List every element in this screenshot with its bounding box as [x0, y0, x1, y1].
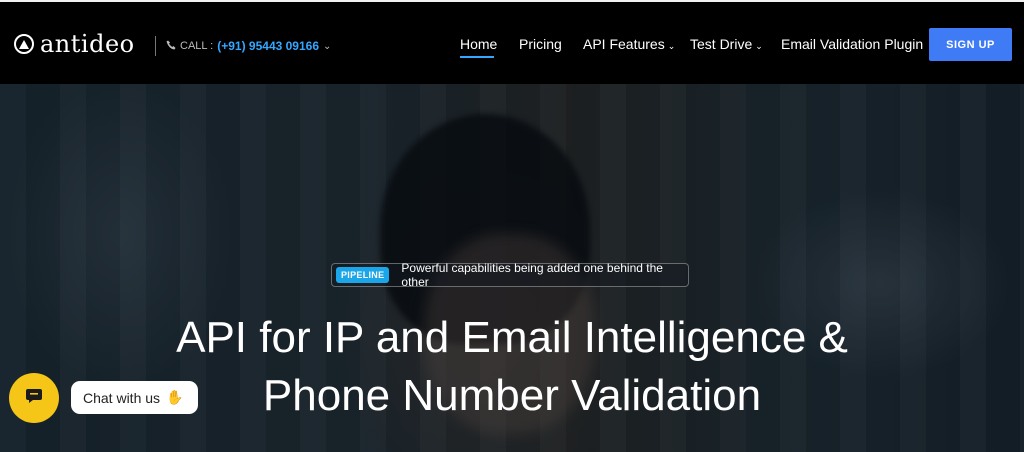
- brand-name: antideo: [40, 30, 135, 58]
- nav-item-label: Test Drive: [690, 36, 753, 52]
- nav-item-test-drive[interactable]: Test Drive ⌄: [690, 36, 763, 52]
- nav-item-home[interactable]: Home: [460, 36, 497, 52]
- pipeline-badge[interactable]: PIPELINE Powerful capabilities being add…: [331, 261, 689, 289]
- chat-launcher-button[interactable]: [9, 373, 59, 423]
- chevron-down-icon: ⌄: [755, 41, 763, 51]
- phone-number[interactable]: (+91) 95443 09166: [217, 39, 319, 53]
- hero-section: PIPELINE Powerful capabilities being add…: [0, 84, 1024, 452]
- sign-up-button[interactable]: SIGN UP: [929, 28, 1012, 61]
- badge-text: Powerful capabilities being added one be…: [401, 261, 663, 289]
- antideo-logo-icon: [14, 34, 34, 54]
- brand-logo[interactable]: antideo: [14, 30, 135, 58]
- badge-tag: PIPELINE: [336, 267, 390, 283]
- chat-icon: [25, 388, 43, 409]
- headline-line-2: Phone Number Validation: [262, 371, 762, 420]
- nav-item-pricing[interactable]: Pricing: [519, 36, 562, 52]
- phone-icon: [166, 40, 176, 53]
- call-label: CALL :: [180, 40, 214, 52]
- call-contact[interactable]: CALL : (+91) 95443 09166 ⌄: [166, 39, 331, 53]
- nav-item-label: API Features: [583, 36, 665, 52]
- chat-with-us-button[interactable]: Chat with us ✋: [71, 381, 198, 414]
- active-underline: [460, 56, 494, 58]
- chevron-down-icon: ⌄: [667, 41, 676, 51]
- headline-line-1: API for IP and Email Intelligence &: [176, 313, 848, 362]
- chevron-down-icon[interactable]: ⌄: [323, 41, 331, 52]
- navbar: antideo CALL : (+91) 95443 09166 ⌄ Home …: [0, 2, 1024, 84]
- waving-hand-icon: ✋: [166, 389, 184, 405]
- chat-label: Chat with us: [83, 389, 161, 406]
- nav-item-email-validation-plugin[interactable]: Email Validation Plugin: [781, 36, 923, 52]
- nav-divider: [155, 36, 156, 56]
- nav-item-api-features[interactable]: API Features ⌄: [583, 36, 675, 52]
